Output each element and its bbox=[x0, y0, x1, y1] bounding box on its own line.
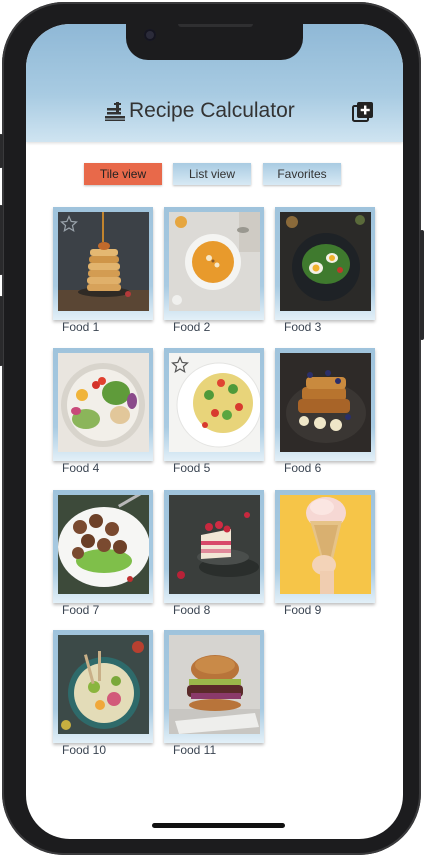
food-photo bbox=[169, 495, 260, 594]
food-tile-4[interactable]: Food 4 bbox=[53, 348, 153, 475]
food-photo bbox=[58, 353, 149, 452]
food-photo bbox=[280, 495, 371, 594]
tab-tile-view[interactable]: Tile view bbox=[84, 163, 162, 185]
food-tile-9[interactable]: Food 9 bbox=[275, 490, 375, 617]
food-label: Food 5 bbox=[173, 461, 211, 475]
food-photo bbox=[169, 635, 260, 734]
food-tile-8[interactable]: Food 8 bbox=[164, 490, 264, 617]
title-group: Recipe Calculator bbox=[104, 99, 295, 123]
food-label: Food 11 bbox=[173, 743, 217, 757]
chef-hat-icon bbox=[105, 102, 125, 121]
mute-switch bbox=[0, 134, 3, 168]
food-tile-7[interactable]: Food 7 bbox=[53, 490, 153, 617]
food-tile-10[interactable]: Food 10 bbox=[53, 630, 153, 757]
power-button bbox=[420, 230, 424, 340]
food-label: Food 8 bbox=[173, 603, 211, 617]
food-label: Food 2 bbox=[173, 320, 211, 334]
tab-list-view[interactable]: List view bbox=[173, 163, 251, 185]
favorite-star-icon[interactable] bbox=[60, 215, 78, 233]
page-title: Recipe Calculator bbox=[129, 99, 295, 122]
food-label: Food 3 bbox=[284, 320, 322, 334]
food-photo bbox=[280, 212, 371, 311]
app-screen: Recipe Calculator Tile view List view Fa… bbox=[26, 24, 403, 839]
food-photo bbox=[58, 635, 149, 734]
food-tile-2[interactable]: Food 2 bbox=[164, 207, 264, 334]
food-tile-1[interactable]: Food 1 bbox=[53, 207, 153, 334]
add-square-icon[interactable] bbox=[352, 101, 374, 123]
food-label: Food 9 bbox=[284, 603, 322, 617]
notch bbox=[126, 24, 303, 60]
front-camera-icon bbox=[144, 29, 156, 41]
food-label: Food 4 bbox=[62, 461, 100, 475]
view-tabs: Tile view List view Favorites bbox=[26, 163, 403, 185]
volume-up-button bbox=[0, 205, 3, 275]
favorite-star-icon[interactable] bbox=[171, 356, 189, 374]
home-indicator[interactable] bbox=[152, 823, 285, 828]
food-photo bbox=[169, 212, 260, 311]
food-photo bbox=[280, 353, 371, 452]
food-label: Food 1 bbox=[62, 320, 100, 334]
food-photo bbox=[58, 495, 149, 594]
phone-frame: Recipe Calculator Tile view List view Fa… bbox=[0, 2, 424, 855]
food-label: Food 6 bbox=[284, 461, 322, 475]
food-label: Food 10 bbox=[62, 743, 107, 757]
tab-favorites[interactable]: Favorites bbox=[263, 163, 341, 185]
food-tile-3[interactable]: Food 3 bbox=[275, 207, 375, 334]
food-tile-6[interactable]: Food 6 bbox=[275, 348, 375, 475]
speaker-grille bbox=[178, 24, 253, 27]
food-label: Food 7 bbox=[62, 603, 100, 617]
food-tile-11[interactable]: Food 11 bbox=[164, 630, 264, 757]
food-tile-5[interactable]: Food 5 bbox=[164, 348, 264, 475]
volume-down-button bbox=[0, 296, 3, 366]
